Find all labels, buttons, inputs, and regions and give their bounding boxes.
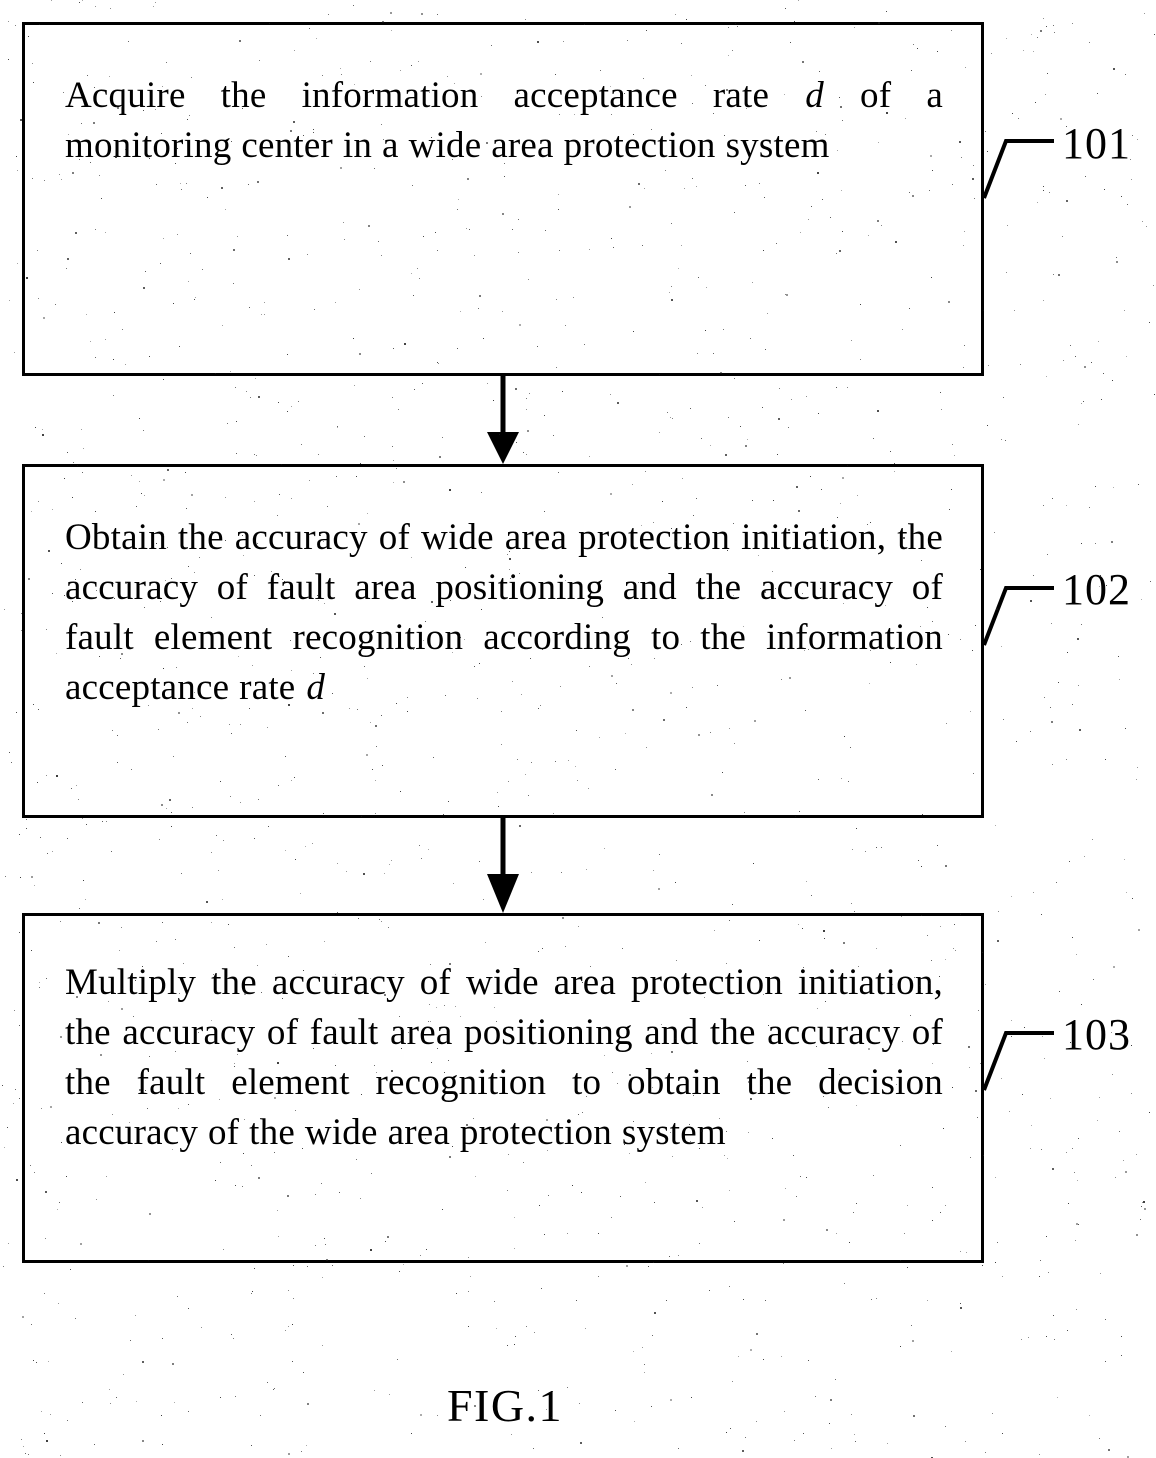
arrow-101-to-102 (487, 376, 519, 464)
leader-line-102 (982, 586, 1054, 646)
leader-line-101 (982, 139, 1054, 199)
leader-line-103 (982, 1031, 1054, 1091)
flowchart-vector-layer (487, 139, 1054, 1091)
arrow-102-to-103 (487, 818, 519, 913)
